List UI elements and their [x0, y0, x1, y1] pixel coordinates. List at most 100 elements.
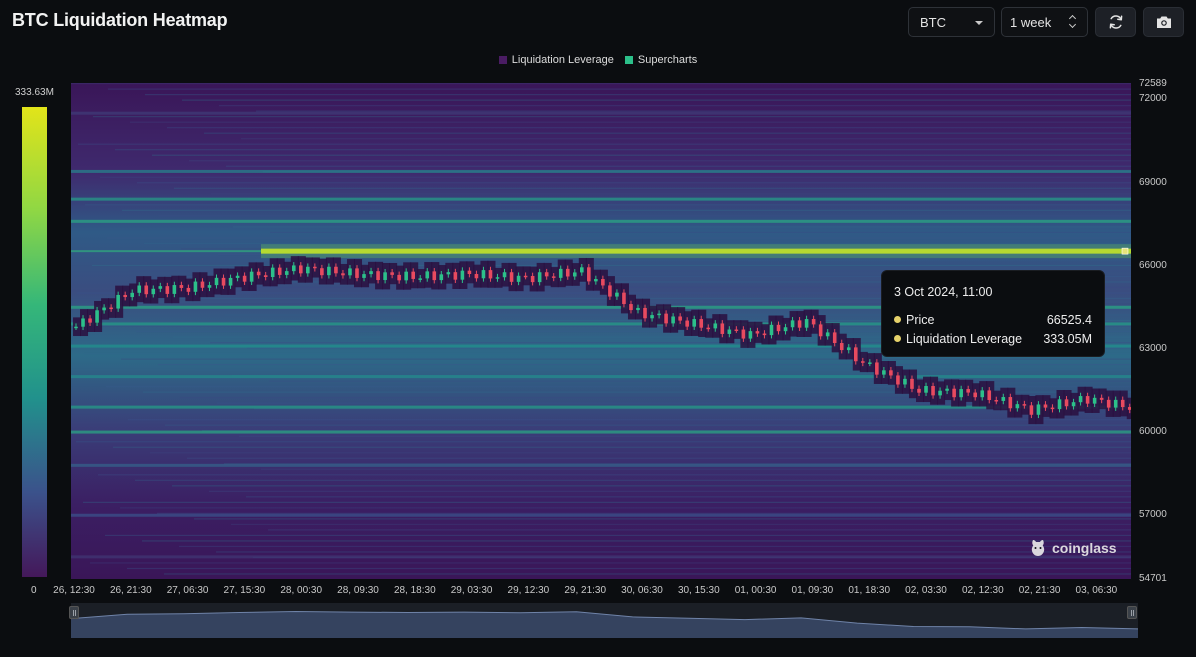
- candle[interactable]: [748, 331, 753, 339]
- candle[interactable]: [88, 318, 92, 323]
- candle[interactable]: [165, 286, 170, 294]
- candle[interactable]: [411, 271, 415, 279]
- candle[interactable]: [952, 388, 956, 398]
- candle[interactable]: [1015, 404, 1020, 409]
- candle[interactable]: [706, 327, 711, 330]
- candle[interactable]: [397, 274, 401, 281]
- candle[interactable]: [734, 329, 739, 332]
- candle[interactable]: [439, 274, 444, 281]
- candle[interactable]: [1057, 399, 1062, 410]
- candle[interactable]: [846, 347, 851, 351]
- candle[interactable]: [530, 275, 535, 283]
- candle[interactable]: [769, 324, 774, 336]
- candle[interactable]: [832, 332, 837, 344]
- candle[interactable]: [270, 267, 275, 278]
- candle[interactable]: [994, 400, 999, 402]
- candle[interactable]: [1085, 396, 1090, 404]
- navigator-handle-right[interactable]: [1127, 606, 1137, 619]
- refresh-button[interactable]: [1095, 7, 1136, 37]
- candle[interactable]: [825, 332, 830, 337]
- candle[interactable]: [502, 272, 507, 278]
- candle[interactable]: [699, 319, 704, 328]
- candle[interactable]: [804, 319, 809, 328]
- candle[interactable]: [1099, 397, 1104, 400]
- candle[interactable]: [727, 329, 732, 334]
- legend-item-supercharts[interactable]: Supercharts: [624, 54, 697, 66]
- candle[interactable]: [418, 278, 423, 280]
- candle[interactable]: [973, 392, 977, 398]
- candle[interactable]: [425, 271, 430, 279]
- candle[interactable]: [776, 324, 781, 332]
- candle[interactable]: [1022, 404, 1027, 406]
- range-select[interactable]: 1 week: [1001, 7, 1088, 37]
- candle[interactable]: [291, 265, 296, 272]
- candle[interactable]: [903, 378, 907, 385]
- candle[interactable]: [306, 266, 310, 274]
- candle[interactable]: [327, 266, 331, 276]
- candle[interactable]: [762, 333, 767, 336]
- candle[interactable]: [179, 285, 184, 288]
- candle[interactable]: [369, 271, 373, 275]
- candle[interactable]: [320, 268, 324, 276]
- candle[interactable]: [460, 270, 465, 280]
- candle[interactable]: [966, 389, 970, 393]
- candle[interactable]: [432, 271, 437, 281]
- coin-select[interactable]: BTC: [908, 7, 995, 37]
- candle[interactable]: [1092, 397, 1097, 404]
- candle[interactable]: [509, 272, 514, 282]
- candle[interactable]: [551, 276, 556, 278]
- navigator-handle-left[interactable]: [69, 606, 79, 619]
- candle[interactable]: [313, 266, 317, 269]
- candle[interactable]: [889, 370, 893, 376]
- candle[interactable]: [853, 347, 858, 362]
- candle[interactable]: [959, 389, 963, 398]
- candle[interactable]: [467, 270, 472, 274]
- candle[interactable]: [158, 286, 163, 289]
- candle[interactable]: [207, 285, 212, 288]
- candle[interactable]: [587, 267, 591, 282]
- candle[interactable]: [558, 268, 563, 278]
- candle[interactable]: [1001, 397, 1006, 401]
- candle[interactable]: [453, 272, 458, 280]
- candle[interactable]: [544, 272, 549, 277]
- candle[interactable]: [193, 281, 198, 292]
- candle[interactable]: [1113, 399, 1118, 408]
- candle[interactable]: [678, 316, 682, 321]
- candle[interactable]: [277, 267, 282, 275]
- candle[interactable]: [334, 266, 338, 274]
- candle[interactable]: [643, 307, 647, 319]
- candle[interactable]: [1050, 407, 1055, 410]
- candle[interactable]: [917, 388, 921, 393]
- candle[interactable]: [488, 270, 493, 279]
- candle[interactable]: [1127, 407, 1131, 410]
- candle[interactable]: [671, 316, 675, 324]
- candle[interactable]: [221, 277, 226, 286]
- candle[interactable]: [755, 331, 760, 334]
- candle[interactable]: [861, 361, 865, 363]
- candle[interactable]: [186, 287, 191, 292]
- candle[interactable]: [362, 274, 366, 278]
- candle[interactable]: [650, 315, 654, 319]
- candle[interactable]: [1078, 396, 1083, 403]
- candle[interactable]: [1008, 397, 1013, 409]
- candle[interactable]: [228, 277, 233, 286]
- candle[interactable]: [594, 279, 598, 282]
- candle[interactable]: [896, 375, 900, 385]
- candle[interactable]: [1029, 405, 1034, 415]
- candle[interactable]: [1036, 404, 1041, 415]
- candle[interactable]: [931, 386, 935, 396]
- candle[interactable]: [580, 267, 584, 273]
- candle[interactable]: [565, 268, 570, 277]
- candle[interactable]: [341, 273, 345, 276]
- candle[interactable]: [249, 271, 254, 282]
- candle[interactable]: [1120, 399, 1125, 408]
- candle[interactable]: [299, 265, 303, 274]
- candle[interactable]: [537, 272, 542, 283]
- candle[interactable]: [200, 281, 205, 288]
- candle[interactable]: [790, 320, 795, 328]
- candle[interactable]: [692, 319, 696, 327]
- candle[interactable]: [622, 292, 626, 305]
- candle[interactable]: [1106, 399, 1111, 408]
- candle[interactable]: [1071, 402, 1076, 407]
- candle[interactable]: [1043, 404, 1048, 408]
